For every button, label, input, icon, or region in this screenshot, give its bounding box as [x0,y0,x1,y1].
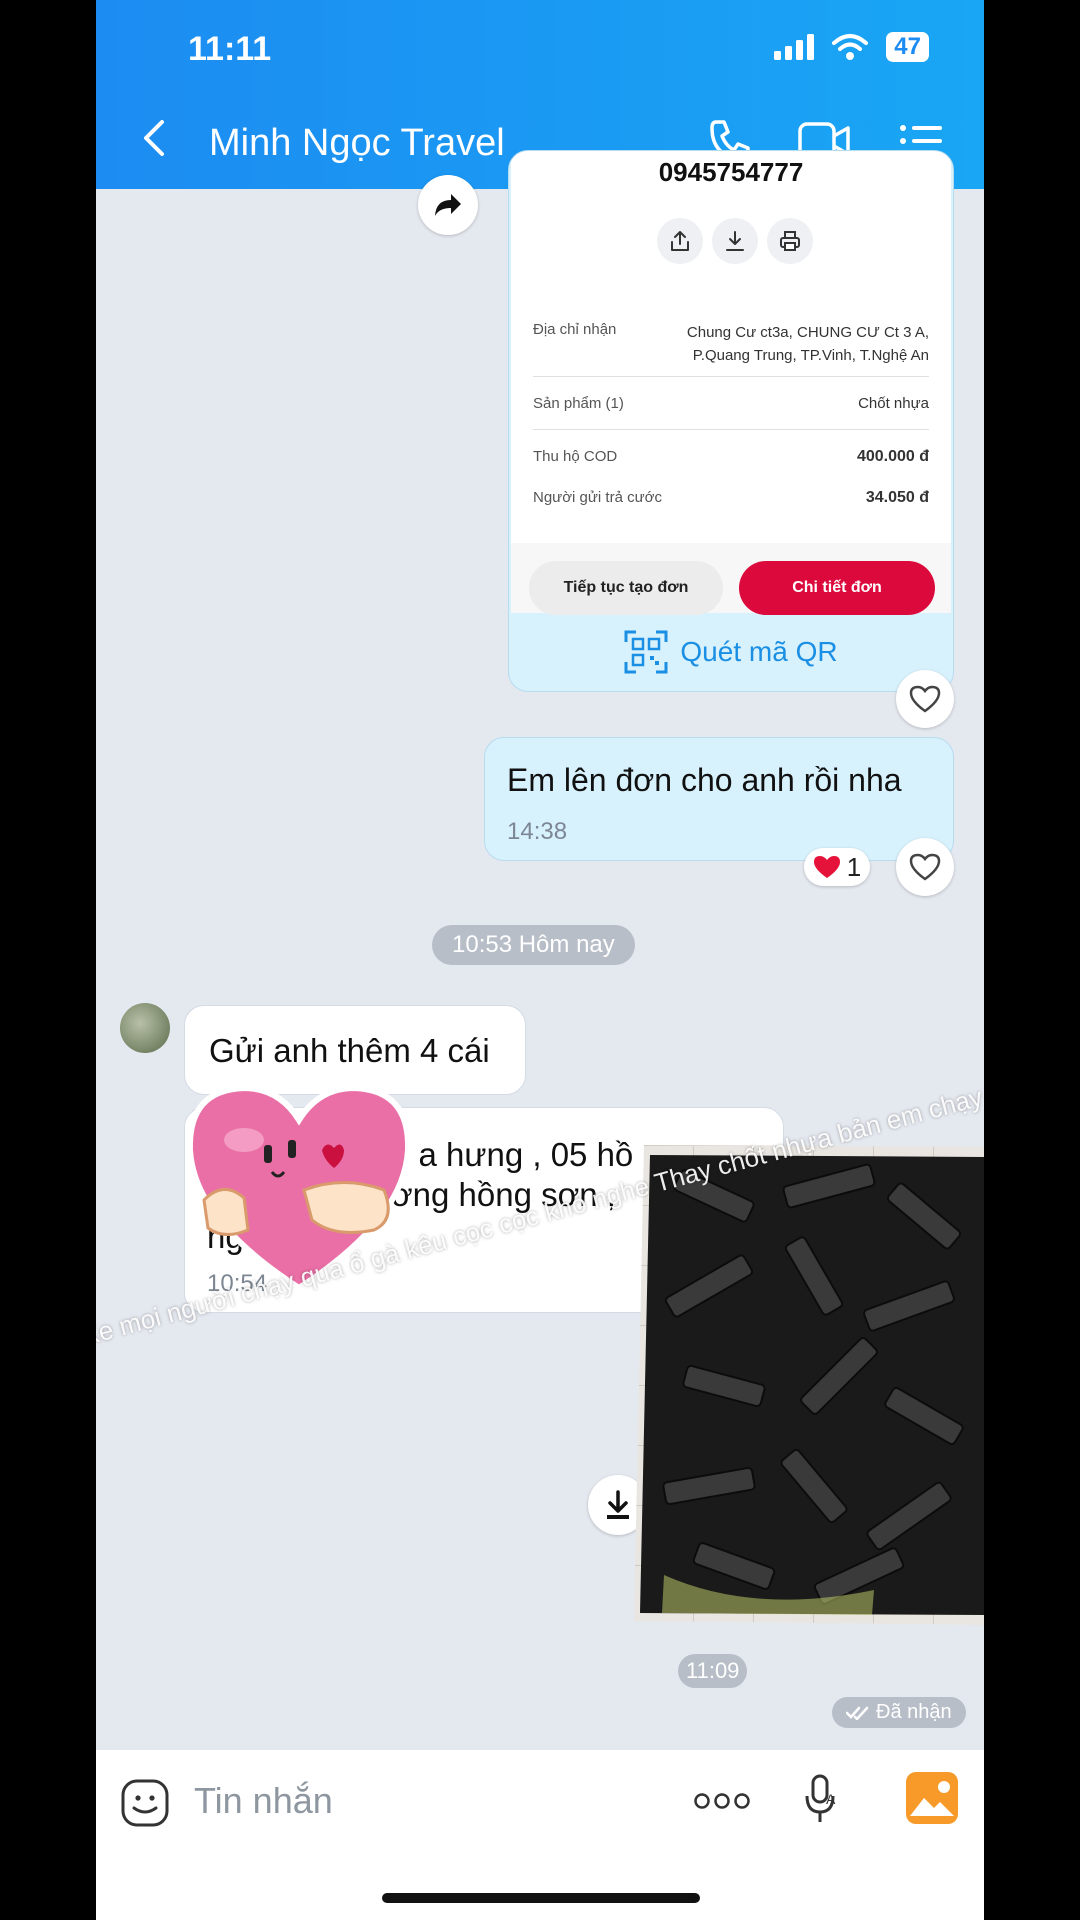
like-button[interactable] [896,670,954,728]
qr-scan-button[interactable]: Quét mã QR [509,613,953,691]
download-icon [726,231,744,251]
reaction-count: 1 [846,851,862,882]
voice-input-icon[interactable]: A [804,1774,840,1826]
battery-indicator: 47 [886,32,929,62]
svg-text:A: A [826,1791,836,1807]
heart-outline-icon [909,685,941,713]
share-arrow-icon [435,194,461,216]
printer-icon [780,231,800,251]
heart-outline-icon [909,853,941,881]
divider [533,376,929,377]
divider [533,429,929,430]
home-indicator [382,1893,700,1903]
product-value: Chốt nhựa [858,395,929,412]
print-button[interactable] [767,218,813,264]
forward-button[interactable] [418,175,478,235]
cod-label: Thu hộ COD [533,448,618,465]
message-input[interactable]: Tin nhắn [194,1780,534,1822]
download-icon [607,1490,629,1519]
order-card: 0945754777 Địa chỉ nhận Chung Cư ct3a, C… [508,150,954,692]
share-button[interactable] [657,218,703,264]
order-detail-button[interactable]: Chi tiết đơn [739,561,935,615]
chat-title[interactable]: Minh Ngọc Travel [209,122,505,165]
shipping-fee-row: Người gửi trả cước 34.050 đ [533,489,929,506]
red-heart-icon [813,856,840,878]
status-icons: 47 [774,32,929,62]
delivered-label: Đã nhận [876,1701,952,1723]
address-label: Địa chỉ nhận [533,321,617,338]
cod-row: Thu hộ COD 400.000 đ [533,448,929,465]
order-card-inner: 0945754777 Địa chỉ nhận Chung Cư ct3a, C… [511,151,951,615]
sent-message-bubble[interactable]: Em lên đơn cho anh rồi nha 14:38 [484,737,954,861]
sticker-icon[interactable] [120,1778,170,1828]
double-check-icon [846,1706,869,1720]
address-row: Địa chỉ nhận Chung Cư ct3a, CHUNG CƯ Ct … [533,321,929,371]
sent-message-time: 14:38 [507,818,568,845]
avatar[interactable] [120,1003,170,1053]
more-options-icon[interactable] [694,1792,750,1810]
shipping-fee-value: 34.050 đ [865,489,929,506]
shipping-fee-label: Người gửi trả cước [533,489,662,506]
product-label: Sản phẩm (1) [533,395,624,412]
received-message-text: Gửi anh thêm 4 cái [209,1032,490,1069]
qr-scan-label: Quét mã QR [680,636,838,667]
continue-order-button[interactable]: Tiếp tục tạo đơn [529,561,723,615]
address-line-1: 8 a hưng , 05 hồ [391,1136,633,1174]
upload-icon [671,231,689,251]
recipient-phone: 0945754777 [658,157,804,187]
address-value: Chung Cư ct3a, CHUNG CƯ Ct 3 A, P.Quang … [686,324,929,364]
image-time: 11:09 [678,1654,748,1688]
date-divider: 10:53 Hôm nay [432,925,635,965]
like-button[interactable] [896,838,954,896]
delivered-status: Đã nhận [832,1697,966,1728]
product-row: Sản phẩm (1) Chốt nhựa [533,395,929,412]
sent-message-text: Em lên đơn cho anh rồi nha [507,762,902,798]
address-text-1: a hưng , 05 hồ [409,1136,634,1173]
wifi-icon [832,34,869,60]
status-time: 11:11 [188,30,272,68]
signal-icon [774,34,815,60]
back-icon[interactable] [140,118,166,158]
reaction-badge[interactable]: 1 [804,848,870,886]
gallery-icon[interactable] [906,1772,958,1824]
qr-code-icon [624,630,668,674]
download-button[interactable] [712,218,758,264]
product-photo[interactable] [634,1145,984,1627]
cod-value: 400.000 đ [856,448,929,465]
phone-screen: 11:11 47 Minh Ngọc Travel 0945754777 Địa… [96,0,984,1920]
